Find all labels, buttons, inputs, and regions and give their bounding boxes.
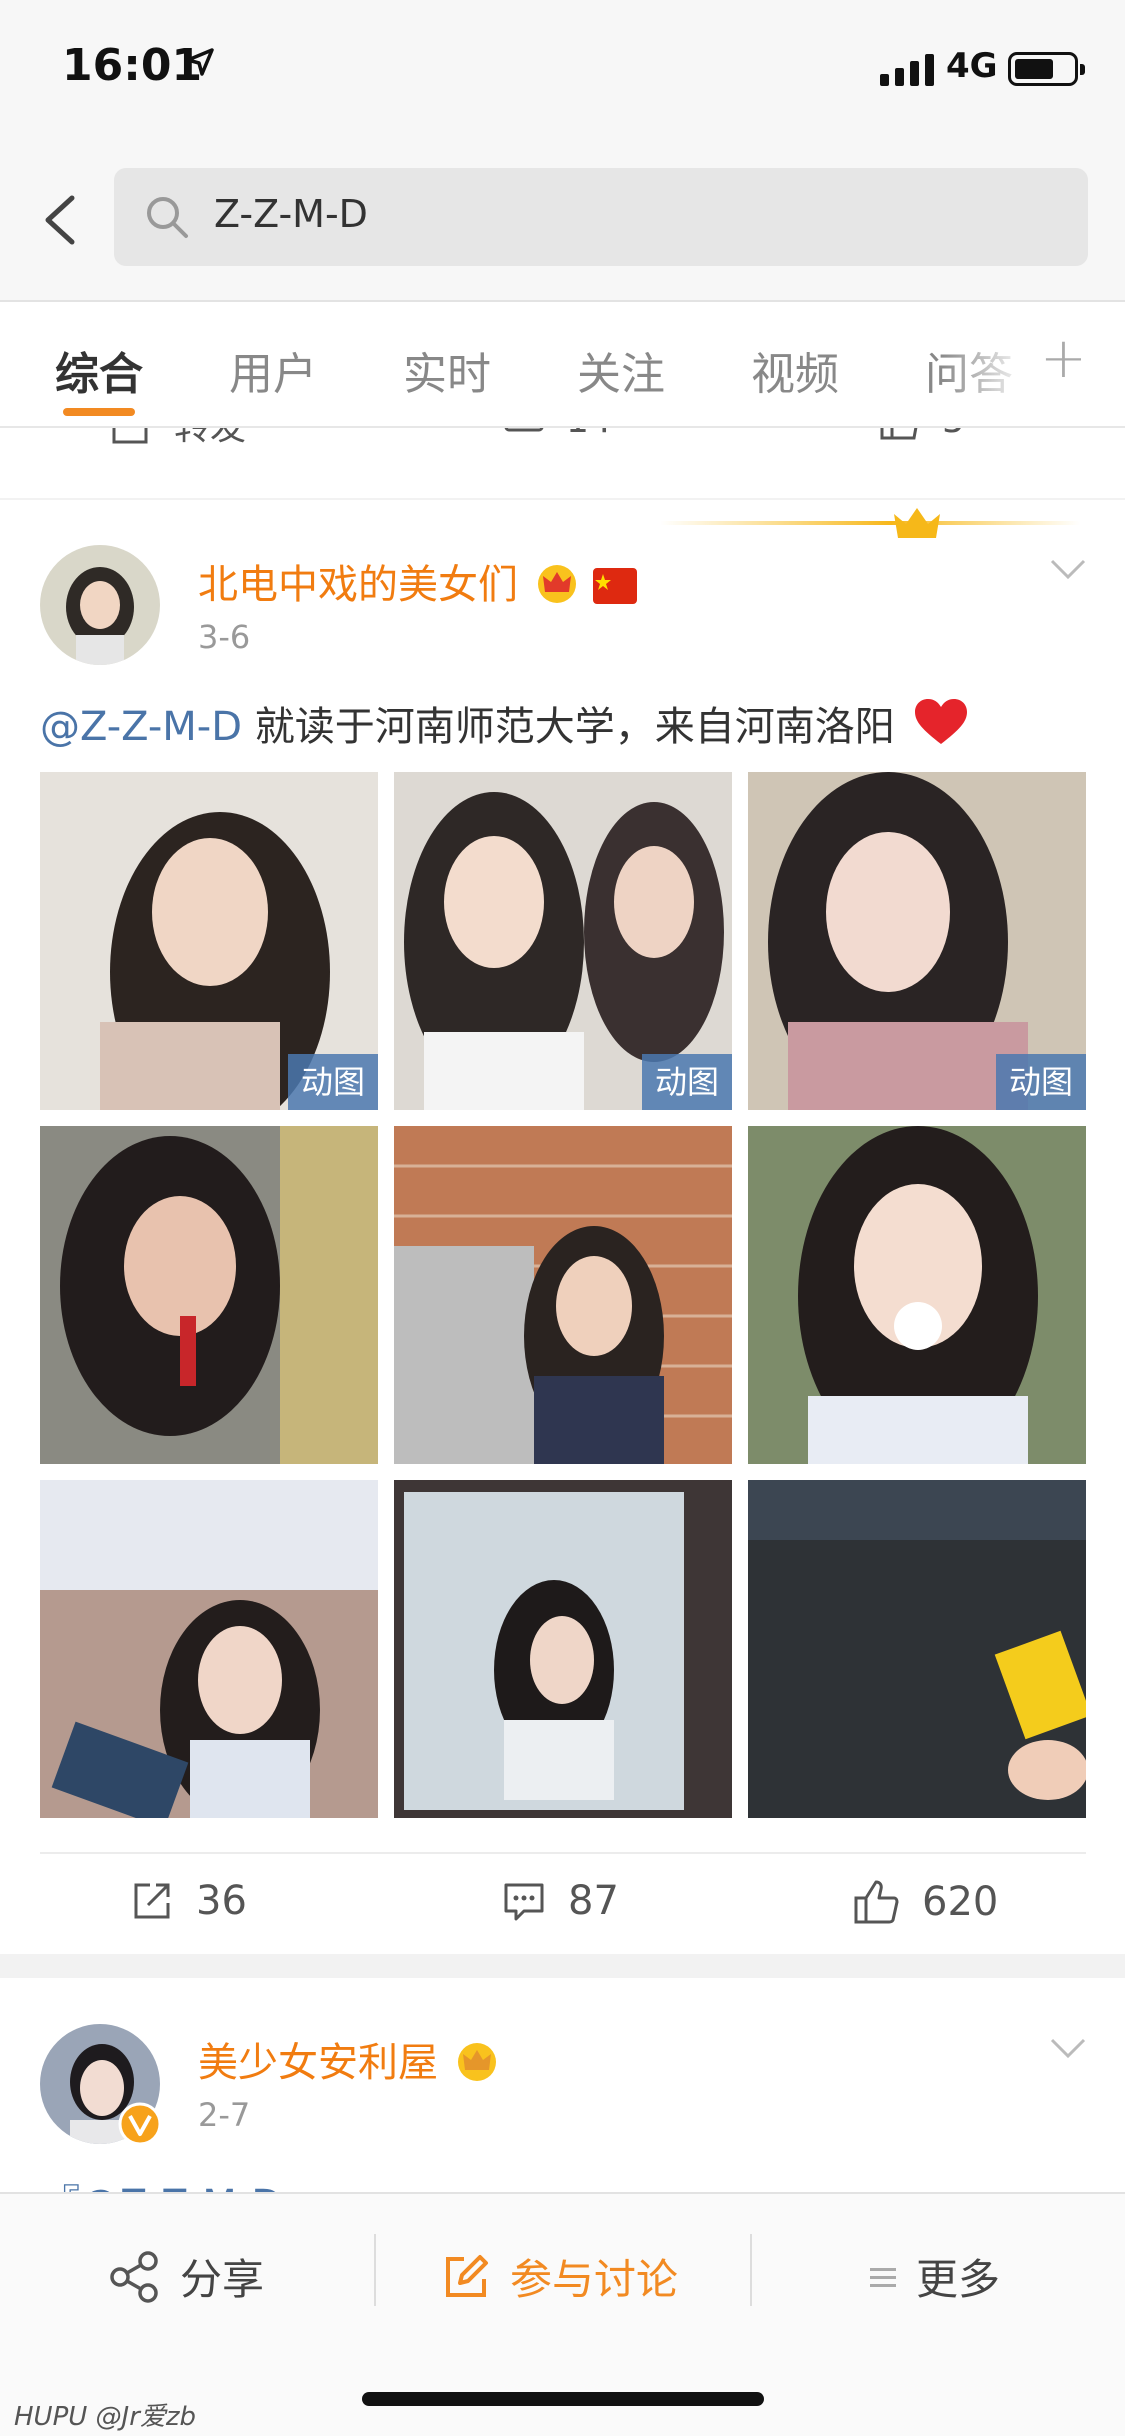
post-body: 就读于河南师范大学，来自河南洛阳	[242, 704, 895, 750]
back-arrow-icon[interactable]	[30, 180, 90, 260]
search-query: Z-Z-M-D	[214, 192, 368, 236]
battery-icon	[1008, 52, 1085, 86]
post-date: 3-6	[198, 618, 251, 656]
post-image-3[interactable]: 动图	[748, 772, 1086, 1110]
verified-v-badge-icon	[118, 2102, 162, 2146]
chevron-down-icon[interactable]	[1048, 2034, 1088, 2062]
prev-repost-button[interactable]: 转发	[110, 428, 246, 450]
china-flag-icon	[593, 568, 638, 604]
comment-icon	[504, 428, 544, 432]
prev-comment-count: 14	[566, 428, 612, 441]
prev-comment-button[interactable]: 14	[502, 428, 612, 442]
thumbs-up-icon	[854, 1880, 899, 1924]
gif-badge: 动图	[288, 1054, 378, 1110]
status-bar: 16:01 4G	[0, 0, 1125, 140]
image-grid: 动图 动图 动图	[40, 772, 1086, 1818]
post-image-4[interactable]	[40, 1126, 378, 1464]
post-image-8[interactable]	[394, 1480, 732, 1818]
active-tab-indicator	[63, 408, 135, 416]
bottom-separator	[750, 2234, 752, 2306]
network-type: 4G	[946, 46, 998, 86]
like-button[interactable]: 620	[852, 1878, 998, 1926]
previous-post-actions: 转发 14 5	[0, 428, 1125, 498]
repost-count: 36	[196, 1878, 247, 1924]
author-name[interactable]: 美少女安利屋	[198, 2030, 499, 2088]
more-label: 更多	[916, 2255, 1001, 2304]
join-discussion-label: 参与讨论	[510, 2255, 679, 2304]
search-icon	[147, 197, 188, 238]
gif-badge: 动图	[642, 1054, 732, 1110]
post-text: @Z-Z-M-D 就读于河南师范大学，来自河南洛阳	[40, 694, 969, 752]
post-image-5[interactable]	[394, 1126, 732, 1464]
tab-fade	[940, 322, 1030, 402]
comment-button[interactable]: 87	[502, 1878, 619, 1924]
tab-following[interactable]: 关注	[577, 338, 665, 402]
prev-like-count: 5	[942, 428, 965, 441]
action-divider	[40, 1852, 1086, 1854]
comment-icon	[504, 1883, 544, 1921]
avatar[interactable]	[40, 545, 160, 665]
author-name[interactable]: 北电中戏的美女们	[198, 552, 638, 610]
author-name-text: 北电中戏的美女们	[198, 562, 518, 608]
more-button[interactable]: 更多	[870, 2246, 1000, 2307]
status-time: 16:01	[62, 40, 203, 91]
red-heart-icon	[915, 699, 968, 744]
comment-count: 87	[568, 1878, 619, 1924]
prev-repost-label: 转发	[174, 428, 246, 450]
crown-badge-icon	[537, 565, 576, 603]
join-discussion-button[interactable]: 参与讨论	[442, 2246, 678, 2307]
location-arrow-icon	[186, 48, 214, 76]
tab-users[interactable]: 用户	[229, 338, 317, 402]
repost-icon	[134, 1883, 170, 1919]
edit-pencil-icon	[446, 2254, 488, 2297]
share-icon	[110, 2250, 158, 2303]
repost-icon	[112, 428, 148, 444]
repost-button[interactable]: 36	[130, 1878, 247, 1924]
tab-bar: 综合 用户 实时 关注 视频 问答 +	[0, 302, 1125, 428]
gif-badge: 动图	[996, 1054, 1086, 1110]
tab-comprehensive[interactable]: 综合	[55, 338, 143, 402]
author-name-text: 美少女安利屋	[198, 2040, 438, 2086]
watermark: HUPU @Jr爱zb	[14, 2402, 197, 2432]
tab-realtime[interactable]: 实时	[403, 338, 491, 402]
post-image-7[interactable]	[40, 1480, 378, 1818]
mention-link[interactable]: @Z-Z-M-D	[40, 704, 242, 750]
post-image-9[interactable]	[748, 1480, 1086, 1818]
home-indicator[interactable]	[362, 2392, 764, 2406]
add-tab-plus-icon[interactable]: +	[1040, 326, 1087, 391]
post-image-2[interactable]: 动图	[394, 772, 732, 1110]
bottom-separator	[374, 2234, 376, 2306]
crown-decoration-icon	[660, 508, 1080, 538]
post-date: 2-7	[198, 2096, 251, 2134]
share-button[interactable]: 分享	[108, 2246, 264, 2307]
prev-like-button[interactable]: 5	[878, 428, 965, 442]
thumbs-up-icon	[880, 428, 918, 440]
crown-badge-icon	[457, 2043, 496, 2081]
post-card	[0, 1978, 1125, 2192]
like-count: 620	[922, 1879, 999, 1925]
search-header: Z-Z-M-D	[0, 140, 1125, 302]
share-label: 分享	[180, 2255, 265, 2304]
search-input[interactable]: Z-Z-M-D	[114, 168, 1088, 266]
tab-video[interactable]: 视频	[751, 338, 839, 402]
post-image-6[interactable]	[748, 1126, 1086, 1464]
menu-lines-icon	[870, 2267, 896, 2287]
post-image-1[interactable]: 动图	[40, 772, 378, 1110]
chevron-down-icon[interactable]	[1048, 555, 1088, 583]
signal-icon	[880, 52, 934, 86]
